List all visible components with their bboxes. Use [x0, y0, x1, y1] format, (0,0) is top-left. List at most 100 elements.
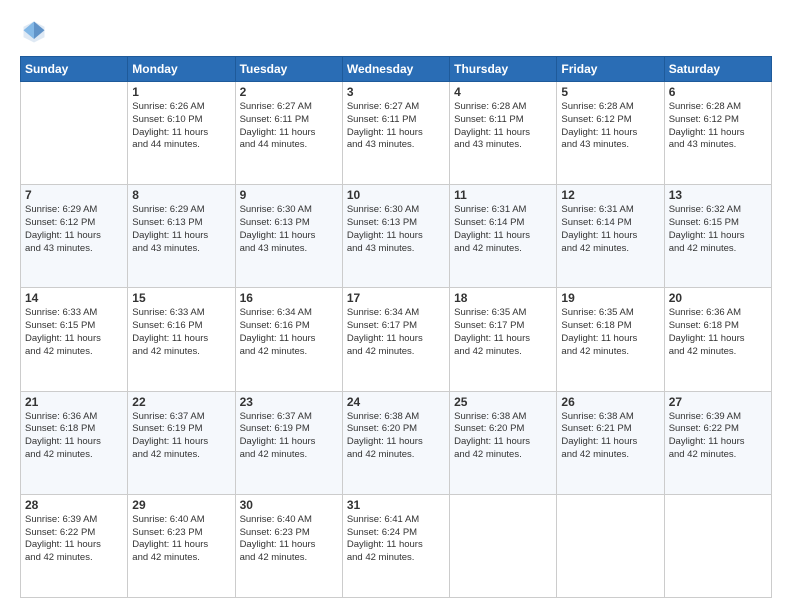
day-number: 21 — [25, 395, 123, 409]
cell-info: Sunrise: 6:30 AM Sunset: 6:13 PM Dayligh… — [347, 204, 445, 255]
calendar-cell: 10Sunrise: 6:30 AM Sunset: 6:13 PM Dayli… — [342, 185, 449, 288]
calendar-cell: 17 Sunrise: 6:34 AM Sunset: 6:17 PM Dayli… — [342, 288, 449, 391]
page: SundayMondayTuesdayWednesdayThursdayFrid… — [0, 0, 792, 612]
day-number: 19 — [561, 291, 659, 305]
cell-info: Sunrise: 6:30 AM Sunset: 6:13 PM Dayligh… — [240, 204, 338, 255]
calendar-cell: 13Sunrise: 6:32 AM Sunset: 6:15 PM Dayli… — [664, 185, 771, 288]
weekday-header-sunday: Sunday — [21, 57, 128, 82]
day-number: 26 — [561, 395, 659, 409]
cell-info: Sunrise: 6:28 AM Sunset: 6:12 PM Dayligh… — [561, 101, 659, 152]
cell-info: Sunrise: 6:39 AM Sunset: 6:22 PM Dayligh… — [25, 514, 123, 565]
calendar-cell: 24 Sunrise: 6:38 AM Sunset: 6:20 PM Dayli… — [342, 391, 449, 494]
day-number: 2 — [240, 85, 338, 99]
weekday-header-monday: Monday — [128, 57, 235, 82]
day-number: 13 — [669, 188, 767, 202]
day-number: 31 — [347, 498, 445, 512]
logo — [20, 18, 52, 46]
day-number: 30 — [240, 498, 338, 512]
day-number: 5 — [561, 85, 659, 99]
cell-info: Sunrise: 6:40 AM Sunset: 6:23 PM Dayligh… — [132, 514, 230, 565]
cell-info: Sunrise: 6:38 AM Sunset: 6:21 PM Dayligh… — [561, 411, 659, 462]
cell-info: Sunrise: 6:41 AM Sunset: 6:24 PM Dayligh… — [347, 514, 445, 565]
calendar-cell: 11 Sunrise: 6:31 AM Sunset: 6:14 PM Dayli… — [450, 185, 557, 288]
calendar-table: SundayMondayTuesdayWednesdayThursdayFrid… — [20, 56, 772, 598]
weekday-header-tuesday: Tuesday — [235, 57, 342, 82]
day-number: 25 — [454, 395, 552, 409]
cell-info: Sunrise: 6:31 AM Sunset: 6:14 PM Dayligh… — [454, 204, 552, 255]
weekday-header-wednesday: Wednesday — [342, 57, 449, 82]
cell-info: Sunrise: 6:38 AM Sunset: 6:20 PM Dayligh… — [454, 411, 552, 462]
day-number: 29 — [132, 498, 230, 512]
cell-info: Sunrise: 6:27 AM Sunset: 6:11 PM Dayligh… — [347, 101, 445, 152]
cell-info: Sunrise: 6:33 AM Sunset: 6:16 PM Dayligh… — [132, 307, 230, 358]
calendar-cell: 7 Sunrise: 6:29 AM Sunset: 6:12 PM Daylig… — [21, 185, 128, 288]
day-number: 4 — [454, 85, 552, 99]
calendar-cell: 15Sunrise: 6:33 AM Sunset: 6:16 PM Dayli… — [128, 288, 235, 391]
day-number: 1 — [132, 85, 230, 99]
cell-info: Sunrise: 6:34 AM Sunset: 6:17 PM Dayligh… — [347, 307, 445, 358]
day-number: 3 — [347, 85, 445, 99]
cell-info: Sunrise: 6:28 AM Sunset: 6:11 PM Dayligh… — [454, 101, 552, 152]
calendar-cell: 4 Sunrise: 6:28 AM Sunset: 6:11 PM Daylig… — [450, 82, 557, 185]
calendar-cell: 12Sunrise: 6:31 AM Sunset: 6:14 PM Dayli… — [557, 185, 664, 288]
day-number: 17 — [347, 291, 445, 305]
day-number: 24 — [347, 395, 445, 409]
calendar-cell: 3 Sunrise: 6:27 AM Sunset: 6:11 PM Daylig… — [342, 82, 449, 185]
week-row-3: 14Sunrise: 6:33 AM Sunset: 6:15 PM Dayli… — [21, 288, 772, 391]
cell-info: Sunrise: 6:27 AM Sunset: 6:11 PM Dayligh… — [240, 101, 338, 152]
week-row-2: 7 Sunrise: 6:29 AM Sunset: 6:12 PM Daylig… — [21, 185, 772, 288]
cell-info: Sunrise: 6:26 AM Sunset: 6:10 PM Dayligh… — [132, 101, 230, 152]
weekday-header-friday: Friday — [557, 57, 664, 82]
cell-info: Sunrise: 6:39 AM Sunset: 6:22 PM Dayligh… — [669, 411, 767, 462]
day-number: 22 — [132, 395, 230, 409]
day-number: 6 — [669, 85, 767, 99]
calendar-cell: 22Sunrise: 6:37 AM Sunset: 6:19 PM Dayli… — [128, 391, 235, 494]
cell-info: Sunrise: 6:29 AM Sunset: 6:13 PM Dayligh… — [132, 204, 230, 255]
calendar-cell — [557, 494, 664, 597]
cell-info: Sunrise: 6:37 AM Sunset: 6:19 PM Dayligh… — [240, 411, 338, 462]
calendar-cell: 2 Sunrise: 6:27 AM Sunset: 6:11 PM Daylig… — [235, 82, 342, 185]
week-row-5: 28 Sunrise: 6:39 AM Sunset: 6:22 PM Dayli… — [21, 494, 772, 597]
calendar-cell: 29 Sunrise: 6:40 AM Sunset: 6:23 PM Dayli… — [128, 494, 235, 597]
cell-info: Sunrise: 6:38 AM Sunset: 6:20 PM Dayligh… — [347, 411, 445, 462]
weekday-header-row: SundayMondayTuesdayWednesdayThursdayFrid… — [21, 57, 772, 82]
day-number: 20 — [669, 291, 767, 305]
cell-info: Sunrise: 6:31 AM Sunset: 6:14 PM Dayligh… — [561, 204, 659, 255]
calendar-cell: 6 Sunrise: 6:28 AM Sunset: 6:12 PM Daylig… — [664, 82, 771, 185]
calendar-cell: 21Sunrise: 6:36 AM Sunset: 6:18 PM Dayli… — [21, 391, 128, 494]
cell-info: Sunrise: 6:35 AM Sunset: 6:17 PM Dayligh… — [454, 307, 552, 358]
calendar-cell: 8 Sunrise: 6:29 AM Sunset: 6:13 PM Daylig… — [128, 185, 235, 288]
header — [20, 18, 772, 46]
day-number: 11 — [454, 188, 552, 202]
week-row-4: 21Sunrise: 6:36 AM Sunset: 6:18 PM Dayli… — [21, 391, 772, 494]
calendar-cell: 30 Sunrise: 6:40 AM Sunset: 6:23 PM Dayli… — [235, 494, 342, 597]
calendar-cell: 20Sunrise: 6:36 AM Sunset: 6:18 PM Dayli… — [664, 288, 771, 391]
day-number: 7 — [25, 188, 123, 202]
calendar-cell: 5 Sunrise: 6:28 AM Sunset: 6:12 PM Daylig… — [557, 82, 664, 185]
cell-info: Sunrise: 6:35 AM Sunset: 6:18 PM Dayligh… — [561, 307, 659, 358]
cell-info: Sunrise: 6:29 AM Sunset: 6:12 PM Dayligh… — [25, 204, 123, 255]
cell-info: Sunrise: 6:28 AM Sunset: 6:12 PM Dayligh… — [669, 101, 767, 152]
calendar-cell: 27 Sunrise: 6:39 AM Sunset: 6:22 PM Dayli… — [664, 391, 771, 494]
day-number: 23 — [240, 395, 338, 409]
calendar-cell: 14Sunrise: 6:33 AM Sunset: 6:15 PM Dayli… — [21, 288, 128, 391]
day-number: 18 — [454, 291, 552, 305]
calendar-cell: 16Sunrise: 6:34 AM Sunset: 6:16 PM Dayli… — [235, 288, 342, 391]
calendar-cell: 25 Sunrise: 6:38 AM Sunset: 6:20 PM Dayli… — [450, 391, 557, 494]
calendar-cell: 23 Sunrise: 6:37 AM Sunset: 6:19 PM Dayli… — [235, 391, 342, 494]
day-number: 9 — [240, 188, 338, 202]
weekday-header-thursday: Thursday — [450, 57, 557, 82]
calendar-cell: 1 Sunrise: 6:26 AM Sunset: 6:10 PM Daylig… — [128, 82, 235, 185]
day-number: 14 — [25, 291, 123, 305]
day-number: 16 — [240, 291, 338, 305]
calendar-cell: 9 Sunrise: 6:30 AM Sunset: 6:13 PM Daylig… — [235, 185, 342, 288]
logo-icon — [20, 18, 48, 46]
calendar-cell — [664, 494, 771, 597]
day-number: 28 — [25, 498, 123, 512]
day-number: 8 — [132, 188, 230, 202]
calendar-cell: 18 Sunrise: 6:35 AM Sunset: 6:17 PM Dayli… — [450, 288, 557, 391]
day-number: 27 — [669, 395, 767, 409]
weekday-header-saturday: Saturday — [664, 57, 771, 82]
calendar-cell: 19 Sunrise: 6:35 AM Sunset: 6:18 PM Dayli… — [557, 288, 664, 391]
cell-info: Sunrise: 6:40 AM Sunset: 6:23 PM Dayligh… — [240, 514, 338, 565]
